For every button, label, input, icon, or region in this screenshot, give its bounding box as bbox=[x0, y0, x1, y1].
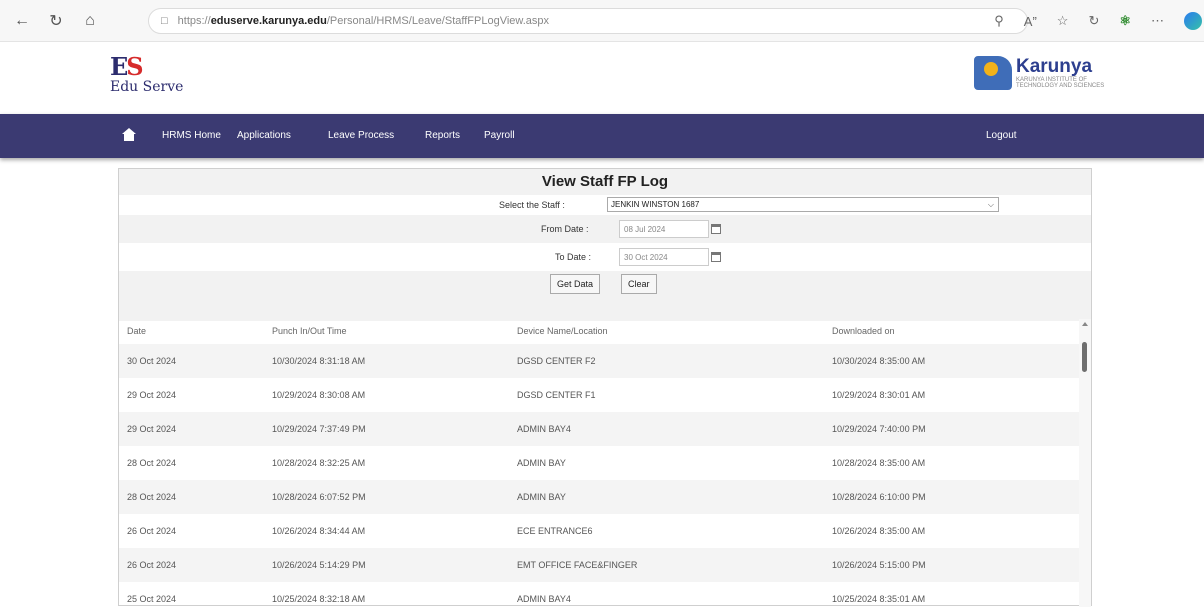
cell-date: 28 Oct 2024 bbox=[127, 458, 177, 468]
cell-device: DGSD CENTER F2 bbox=[509, 344, 824, 378]
cell-downloaded: 10/28/2024 8:35:00 AM bbox=[832, 458, 926, 468]
header-punch-time: Punch In/Out Time bbox=[272, 325, 347, 336]
cell-downloaded: 10/26/2024 8:35:00 AM bbox=[832, 526, 926, 536]
eduserve-mark: ES bbox=[110, 52, 144, 81]
page-title: View Staff FP Log bbox=[119, 169, 1091, 195]
scroll-thumb[interactable] bbox=[1082, 342, 1087, 372]
cell-device: EMT OFFICE FACE&FINGER bbox=[509, 548, 824, 582]
table-header-row: Date Punch In/Out Time Device Name/Locat… bbox=[119, 317, 1079, 344]
staff-select-value: JENKIN WINSTON 1687 bbox=[611, 200, 700, 209]
table-row: 30 Oct 2024 10/30/2024 8:31:18 AM DGSD CEN… bbox=[119, 344, 1079, 378]
lock-icon: □ bbox=[161, 15, 168, 27]
karunya-subtitle: KARUNYA INSTITUTE OF TECHNOLOGY AND SCIE… bbox=[1016, 77, 1105, 89]
calendar-icon[interactable] bbox=[711, 224, 721, 234]
get-data-button[interactable]: Get Data bbox=[550, 274, 601, 294]
back-icon[interactable]: ← bbox=[10, 9, 34, 33]
from-date-row: From Date : 08 Jul 2024 bbox=[119, 215, 1091, 243]
cell-punch-time: 10/26/2024 8:34:44 AM bbox=[272, 526, 366, 536]
scroll-up-icon[interactable] bbox=[1082, 322, 1088, 326]
header-device: Device Name/Location bbox=[517, 325, 608, 336]
nav-leave-process[interactable]: Leave Process bbox=[328, 130, 394, 141]
cell-device: ECE ENTRANCE6 bbox=[517, 526, 593, 536]
fp-log-panel: View Staff FP Log Select the Staff : JEN… bbox=[118, 168, 1092, 607]
staff-row: Select the Staff : JENKIN WINSTON 1687 ⌵ bbox=[119, 195, 1091, 215]
eduserve-text: Edu Serve bbox=[110, 79, 184, 95]
calendar-icon[interactable] bbox=[711, 252, 721, 262]
extension-green-icon[interactable]: ⚛ bbox=[1119, 13, 1131, 29]
cell-device: ADMIN BAY4 bbox=[517, 594, 571, 604]
cell-date: 29 Oct 2024 bbox=[119, 412, 264, 446]
cell-downloaded: 10/25/2024 8:35:01 AM bbox=[832, 594, 926, 604]
url-prefix: https:// bbox=[177, 15, 211, 27]
cell-punch-time: 10/29/2024 8:30:08 AM bbox=[272, 390, 366, 400]
table-row: 28 Oct 2024 10/28/2024 6:07:52 PM ADMIN BA… bbox=[119, 480, 1079, 514]
cell-date: 25 Oct 2024 bbox=[127, 594, 177, 604]
fp-log-table: Date Punch In/Out Time Device Name/Locat… bbox=[119, 317, 1079, 616]
cell-punch-time: 10/29/2024 7:37:49 PM bbox=[264, 412, 509, 446]
to-date-row: To Date : 30 Oct 2024 bbox=[119, 243, 1091, 271]
cell-date: 29 Oct 2024 bbox=[127, 390, 177, 400]
table-row: 26 Oct 2024 10/26/2024 8:34:44 AM ECE ENTR… bbox=[119, 514, 1079, 548]
table-row: 26 Oct 2024 10/26/2024 5:14:29 PM EMT OFFI… bbox=[119, 548, 1079, 582]
nav-hrms-home[interactable]: HRMS Home bbox=[162, 130, 221, 141]
cell-downloaded: 10/30/2024 8:35:00 AM bbox=[824, 344, 1079, 378]
more-menu-icon[interactable]: ⋯ bbox=[1151, 13, 1164, 29]
from-date-input[interactable]: 08 Jul 2024 bbox=[619, 220, 709, 238]
chevron-down-icon: ⌵ bbox=[987, 200, 994, 209]
karunya-logo: Karunya KARUNYA INSTITUTE OF TECHNOLOGY … bbox=[974, 56, 1106, 90]
cell-device: DGSD CENTER F1 bbox=[517, 390, 596, 400]
table-row: 25 Oct 2024 10/25/2024 8:32:18 AM ADMIN BA… bbox=[119, 582, 1079, 616]
cell-punch-time: 10/28/2024 8:32:25 AM bbox=[272, 458, 366, 468]
extension-icon[interactable]: ↻ bbox=[1088, 13, 1099, 29]
karunya-emblem-icon bbox=[974, 56, 1012, 90]
cell-device: ADMIN BAY bbox=[517, 458, 566, 468]
eduserve-logo[interactable]: ES Edu Serve bbox=[110, 52, 183, 95]
url-domain: eduserve.karunya.edu bbox=[210, 15, 327, 27]
header-downloaded: Downloaded on bbox=[832, 325, 895, 336]
address-bar[interactable]: □ https:// eduserve.karunya.edu /Persona… bbox=[148, 8, 1028, 34]
action-row: Get Data Clear bbox=[119, 271, 1091, 299]
nav-reports[interactable]: Reports bbox=[425, 130, 460, 141]
main-navbar: HRMS Home Applications Leave Process Rep… bbox=[0, 114, 1204, 158]
cell-date: 26 Oct 2024 bbox=[127, 526, 177, 536]
home-icon[interactable]: ⌂ bbox=[78, 9, 102, 33]
read-aloud-icon[interactable]: A” bbox=[1024, 14, 1037, 29]
favorite-star-icon[interactable]: ☆ bbox=[1057, 13, 1069, 29]
cell-downloaded: 10/29/2024 8:30:01 AM bbox=[832, 390, 926, 400]
staff-label: Select the Staff : bbox=[499, 200, 565, 210]
nav-applications[interactable]: Applications bbox=[237, 130, 291, 141]
cell-downloaded: 10/29/2024 7:40:00 PM bbox=[824, 412, 1079, 446]
cell-punch-time: 10/30/2024 8:31:18 AM bbox=[264, 344, 509, 378]
table-row: 29 Oct 2024 10/29/2024 8:30:08 AM DGSD CEN… bbox=[119, 378, 1079, 412]
header-date: Date bbox=[127, 325, 147, 336]
nav-home-icon[interactable] bbox=[122, 128, 136, 141]
site-header: ES Edu Serve Karunya KARUNYA INSTITUTE O… bbox=[0, 42, 1204, 114]
table-scrollbar[interactable] bbox=[1079, 319, 1091, 607]
cell-punch-time: 10/26/2024 5:14:29 PM bbox=[264, 548, 509, 582]
table-row: 29 Oct 2024 10/29/2024 7:37:49 PM ADMIN BA… bbox=[119, 412, 1079, 446]
cell-downloaded: 10/26/2024 5:15:00 PM bbox=[824, 548, 1079, 582]
table-row: 28 Oct 2024 10/28/2024 8:32:25 AM ADMIN BA… bbox=[119, 446, 1079, 480]
karunya-name: Karunya bbox=[1016, 56, 1093, 77]
nav-payroll[interactable]: Payroll bbox=[484, 130, 515, 141]
cell-date: 28 Oct 2024 bbox=[119, 480, 264, 514]
copilot-icon[interactable] bbox=[1184, 12, 1202, 30]
cell-downloaded: 10/28/2024 6:10:00 PM bbox=[824, 480, 1079, 514]
url-path: /Personal/HRMS/Leave/StaffFPLogView.aspx bbox=[326, 15, 550, 27]
clear-button[interactable]: Clear bbox=[621, 274, 657, 294]
zoom-icon[interactable]: ⚲ bbox=[994, 13, 1004, 29]
staff-select[interactable]: JENKIN WINSTON 1687 ⌵ bbox=[607, 197, 999, 212]
cell-punch-time: 10/25/2024 8:32:18 AM bbox=[272, 594, 366, 604]
to-date-label: To Date : bbox=[555, 252, 592, 262]
cell-date: 26 Oct 2024 bbox=[119, 548, 264, 582]
nav-logout[interactable]: Logout bbox=[986, 130, 1017, 141]
from-date-label: From Date : bbox=[541, 224, 589, 234]
refresh-icon[interactable]: ↻ bbox=[44, 9, 68, 33]
browser-toolbar: ← ↻ ⌂ □ https:// eduserve.karunya.edu /P… bbox=[0, 0, 1204, 42]
cell-device: ADMIN BAY bbox=[509, 480, 824, 514]
to-date-input[interactable]: 30 Oct 2024 bbox=[619, 248, 709, 266]
cell-punch-time: 10/28/2024 6:07:52 PM bbox=[264, 480, 509, 514]
cell-date: 30 Oct 2024 bbox=[119, 344, 264, 378]
cell-device: ADMIN BAY4 bbox=[509, 412, 824, 446]
